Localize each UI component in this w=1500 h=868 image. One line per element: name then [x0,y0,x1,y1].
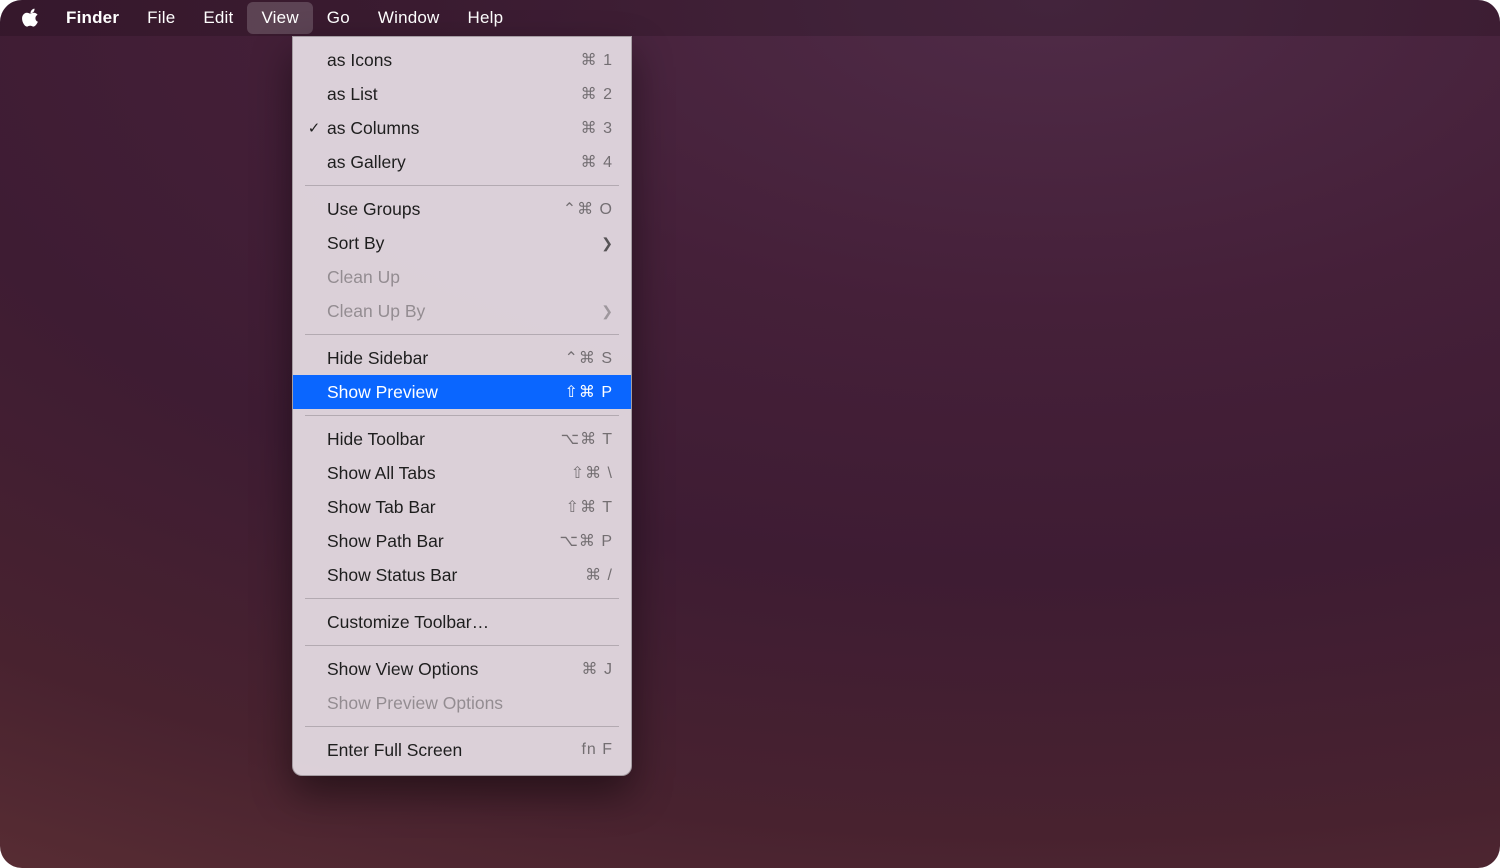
menu-item[interactable]: as Gallery⌘ 4 [293,145,631,179]
menu-item-shortcut: ⌥⌘ P [559,531,613,551]
menu-item-label: as Icons [327,50,581,71]
menu-separator [305,645,619,646]
menu-item-shortcut: ⌘ / [585,565,613,585]
menu-item-label: as List [327,84,581,105]
menu-item-shortcut: ⌘ 2 [581,84,613,104]
menu-item[interactable]: Enter Full Screenfn F [293,733,631,767]
menu-item[interactable]: Sort By❯ [293,226,631,260]
menu-item[interactable]: Show All Tabs⇧⌘ \ [293,456,631,490]
menu-item[interactable]: Show Tab Bar⇧⌘ T [293,490,631,524]
menu-separator [305,185,619,186]
menu-item[interactable]: Use Groups⌃⌘ O [293,192,631,226]
menu-item-label: Show All Tabs [327,463,571,484]
chevron-right-icon: ❯ [593,235,613,252]
menu-item-label: Show Preview Options [327,693,613,714]
menubar: Finder File Edit View Go Window Help [0,0,1500,36]
menu-item-label: Use Groups [327,199,563,220]
menu-item: Show Preview Options [293,686,631,720]
chevron-right-icon: ❯ [593,303,613,320]
desktop: Finder File Edit View Go Window Help as … [0,0,1500,868]
menu-item-label: Clean Up By [327,301,593,322]
menu-item[interactable]: Hide Toolbar⌥⌘ T [293,422,631,456]
menu-item-label: Enter Full Screen [327,740,581,761]
menu-item-shortcut: ⌥⌘ T [561,429,613,449]
menu-separator [305,598,619,599]
menu-item[interactable]: as List⌘ 2 [293,77,631,111]
menu-item-shortcut: ⌘ 4 [581,152,613,172]
menu-item-shortcut: ⌘ J [582,659,613,679]
apple-logo-icon[interactable] [18,8,52,28]
menubar-item-file[interactable]: File [133,2,189,34]
menu-item-label: Sort By [327,233,593,254]
menu-item: Clean Up [293,260,631,294]
menu-item-shortcut: ⌘ 1 [581,50,613,70]
menu-item-shortcut: ⌃⌘ S [564,348,613,368]
menu-item[interactable]: Hide Sidebar⌃⌘ S [293,341,631,375]
menubar-item-go[interactable]: Go [313,2,364,34]
menu-item-label: Show Preview [327,382,564,403]
menu-item[interactable]: Customize Toolbar… [293,605,631,639]
menu-item: Clean Up By❯ [293,294,631,328]
menu-item[interactable]: Show Preview⇧⌘ P [293,375,631,409]
menu-item-label: Show View Options [327,659,582,680]
menu-item-label: Show Status Bar [327,565,585,586]
menu-item-shortcut: ⌃⌘ O [563,199,613,219]
menubar-item-view[interactable]: View [247,2,312,34]
menu-item-label: Customize Toolbar… [327,612,613,633]
menu-item[interactable]: Show Status Bar⌘ / [293,558,631,592]
menu-item-label: Show Tab Bar [327,497,566,518]
view-menu-dropdown: as Icons⌘ 1as List⌘ 2✓as Columns⌘ 3as Ga… [292,36,632,776]
menubar-item-edit[interactable]: Edit [189,2,247,34]
menu-item[interactable]: Show View Options⌘ J [293,652,631,686]
menu-item-shortcut: ⇧⌘ \ [571,463,613,483]
menu-separator [305,415,619,416]
menu-item-shortcut: fn F [581,741,613,759]
menu-item[interactable]: Show Path Bar⌥⌘ P [293,524,631,558]
menu-item-shortcut: ⇧⌘ P [564,382,613,402]
checkmark-icon: ✓ [301,119,327,137]
menu-separator [305,334,619,335]
menu-item-label: as Columns [327,118,581,139]
menu-item-shortcut: ⇧⌘ T [566,497,613,517]
menu-item-label: Hide Sidebar [327,348,564,369]
menubar-item-window[interactable]: Window [364,2,454,34]
menu-item-label: Hide Toolbar [327,429,561,450]
menubar-app-name[interactable]: Finder [52,2,133,34]
menu-item[interactable]: as Icons⌘ 1 [293,43,631,77]
menubar-item-help[interactable]: Help [454,2,518,34]
menu-item-shortcut: ⌘ 3 [581,118,613,138]
menu-item-label: Clean Up [327,267,613,288]
menu-item-label: Show Path Bar [327,531,559,552]
menu-item-label: as Gallery [327,152,581,173]
menu-item[interactable]: ✓as Columns⌘ 3 [293,111,631,145]
menu-separator [305,726,619,727]
